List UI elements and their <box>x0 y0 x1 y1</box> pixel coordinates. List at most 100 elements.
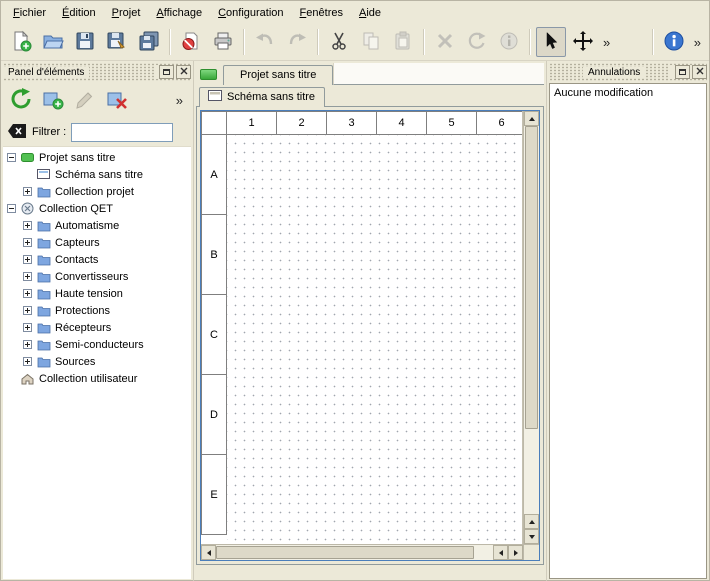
dock-float-button[interactable] <box>675 65 690 79</box>
toolbar-separator <box>317 29 319 55</box>
close-project-icon <box>180 30 202 55</box>
elements-panel-titlebar[interactable]: Panel d'éléments <box>3 63 191 81</box>
expand-icon[interactable] <box>23 187 32 196</box>
tree-item-label: Haute tension <box>55 288 123 300</box>
info-icon <box>498 30 520 55</box>
filter-input[interactable] <box>71 123 173 142</box>
save-button[interactable] <box>70 27 100 57</box>
tree-item-contacts[interactable]: Contacts <box>3 251 191 268</box>
about-qet-button[interactable] <box>659 27 689 57</box>
folder-icon <box>36 270 51 283</box>
menu-affichage[interactable]: Affichage <box>148 4 210 22</box>
horizontal-scrollbar[interactable] <box>201 544 523 560</box>
horizontal-scroll-thumb[interactable] <box>216 546 474 559</box>
diagram-sheet[interactable]: 1 2 3 4 5 6 A B C D E <box>201 111 523 544</box>
tree-item-collection-projet[interactable]: Collection projet <box>3 183 191 200</box>
expand-icon[interactable] <box>23 357 32 366</box>
expand-icon[interactable] <box>23 272 32 281</box>
scroll-left-button[interactable] <box>201 545 216 560</box>
tree-item-capteurs[interactable]: Capteurs <box>3 234 191 251</box>
menu-aide[interactable]: Aide <box>351 4 389 22</box>
redo-button[interactable] <box>282 27 312 57</box>
menu-fenetres[interactable]: Fenêtres <box>292 4 351 22</box>
scroll-up-button-2[interactable] <box>524 514 539 529</box>
expand-icon[interactable] <box>23 306 32 315</box>
vertical-scroll-track[interactable] <box>524 429 539 514</box>
dock-close-button[interactable] <box>176 65 191 79</box>
filter-row: Filtrer : <box>1 118 193 146</box>
tree-item-schema[interactable]: Schéma sans titre <box>3 166 191 183</box>
expand-icon[interactable] <box>23 221 32 230</box>
expand-icon[interactable] <box>23 323 32 332</box>
tree-item-haute-tension[interactable]: Haute tension <box>3 285 191 302</box>
expand-icon[interactable] <box>23 238 32 247</box>
expand-icon[interactable] <box>23 289 32 298</box>
save-all-button[interactable] <box>134 27 164 57</box>
project-window: Schéma sans titre 1 2 3 4 5 6 <box>196 85 544 565</box>
paste-button[interactable] <box>388 27 418 57</box>
arrow-left-icon <box>499 550 503 556</box>
tree-item-label: Semi-conducteurs <box>55 339 144 351</box>
new-document-button[interactable] <box>6 27 36 57</box>
menu-configuration[interactable]: Configuration <box>210 4 291 22</box>
paste-icon <box>392 30 414 55</box>
print-button[interactable] <box>208 27 238 57</box>
delete-element-button[interactable] <box>103 86 131 114</box>
horizontal-scroll-track[interactable] <box>474 545 493 560</box>
dock-close-button[interactable] <box>692 65 707 79</box>
collapse-icon[interactable] <box>7 204 16 213</box>
close-project-button[interactable] <box>176 27 206 57</box>
menu-edition[interactable]: Édition <box>54 4 104 22</box>
vertical-scrollbar[interactable] <box>523 111 539 544</box>
edit-element-button[interactable] <box>71 86 99 114</box>
copy-button[interactable] <box>356 27 386 57</box>
column-header: 1 <box>227 111 277 135</box>
tree-item-recepteurs[interactable]: Récepteurs <box>3 319 191 336</box>
clear-filter-icon[interactable] <box>7 123 27 142</box>
expand-icon[interactable] <box>23 255 32 264</box>
toolbar-separator <box>423 29 425 55</box>
toolbar-overflow-button[interactable]: » <box>599 35 614 50</box>
tree-item-convertisseurs[interactable]: Convertisseurs <box>3 268 191 285</box>
tree-item-protections[interactable]: Protections <box>3 302 191 319</box>
tree-item-automatisme[interactable]: Automatisme <box>3 217 191 234</box>
scroll-down-button[interactable] <box>524 529 539 544</box>
open-project-button[interactable] <box>38 27 68 57</box>
undo-button[interactable] <box>250 27 280 57</box>
collapse-icon[interactable] <box>7 153 16 162</box>
menu-fichier[interactable]: Fichier <box>5 4 54 22</box>
toolbar-overflow-button-2[interactable]: » <box>690 35 705 50</box>
delete-button[interactable] <box>430 27 460 57</box>
scroll-right-button[interactable] <box>508 545 523 560</box>
tree-item-collection-utilisateur[interactable]: Collection utilisateur <box>3 370 191 387</box>
arrow-up-icon <box>529 520 535 524</box>
panel-overflow-button[interactable]: » <box>172 93 187 108</box>
tree-item-collection-qet[interactable]: Collection QET <box>3 200 191 217</box>
vertical-scroll-thumb[interactable] <box>525 126 538 429</box>
tab-schema-sans-titre[interactable]: Schéma sans titre <box>199 87 325 107</box>
pan-mode-button[interactable] <box>568 27 598 57</box>
tree-item-semi-conducteurs[interactable]: Semi-conducteurs <box>3 336 191 353</box>
new-element-button[interactable] <box>39 86 67 114</box>
scroll-left-button-2[interactable] <box>493 545 508 560</box>
folder-icon <box>36 355 51 368</box>
dock-float-button[interactable] <box>159 65 174 79</box>
info-button[interactable] <box>494 27 524 57</box>
rotate-button[interactable] <box>462 27 492 57</box>
save-as-icon <box>106 30 128 55</box>
scroll-up-button[interactable] <box>524 111 539 126</box>
expand-icon[interactable] <box>23 340 32 349</box>
select-mode-button[interactable] <box>536 27 566 57</box>
save-as-button[interactable] <box>102 27 132 57</box>
cut-button[interactable] <box>324 27 354 57</box>
menu-projet[interactable]: Projet <box>104 4 149 22</box>
new-element-icon <box>41 87 65 114</box>
reload-collections-button[interactable] <box>7 86 35 114</box>
tree-item-project[interactable]: Projet sans titre <box>3 149 191 166</box>
undo-history-list[interactable]: Aucune modification <box>549 83 707 579</box>
undo-dock-titlebar[interactable]: Annulations <box>549 63 707 81</box>
tab-projet-sans-titre[interactable]: Projet sans titre <box>223 65 333 85</box>
column-header: 3 <box>327 111 377 135</box>
tree-item-sources[interactable]: Sources <box>3 353 191 370</box>
diagram-canvas[interactable] <box>227 135 522 544</box>
